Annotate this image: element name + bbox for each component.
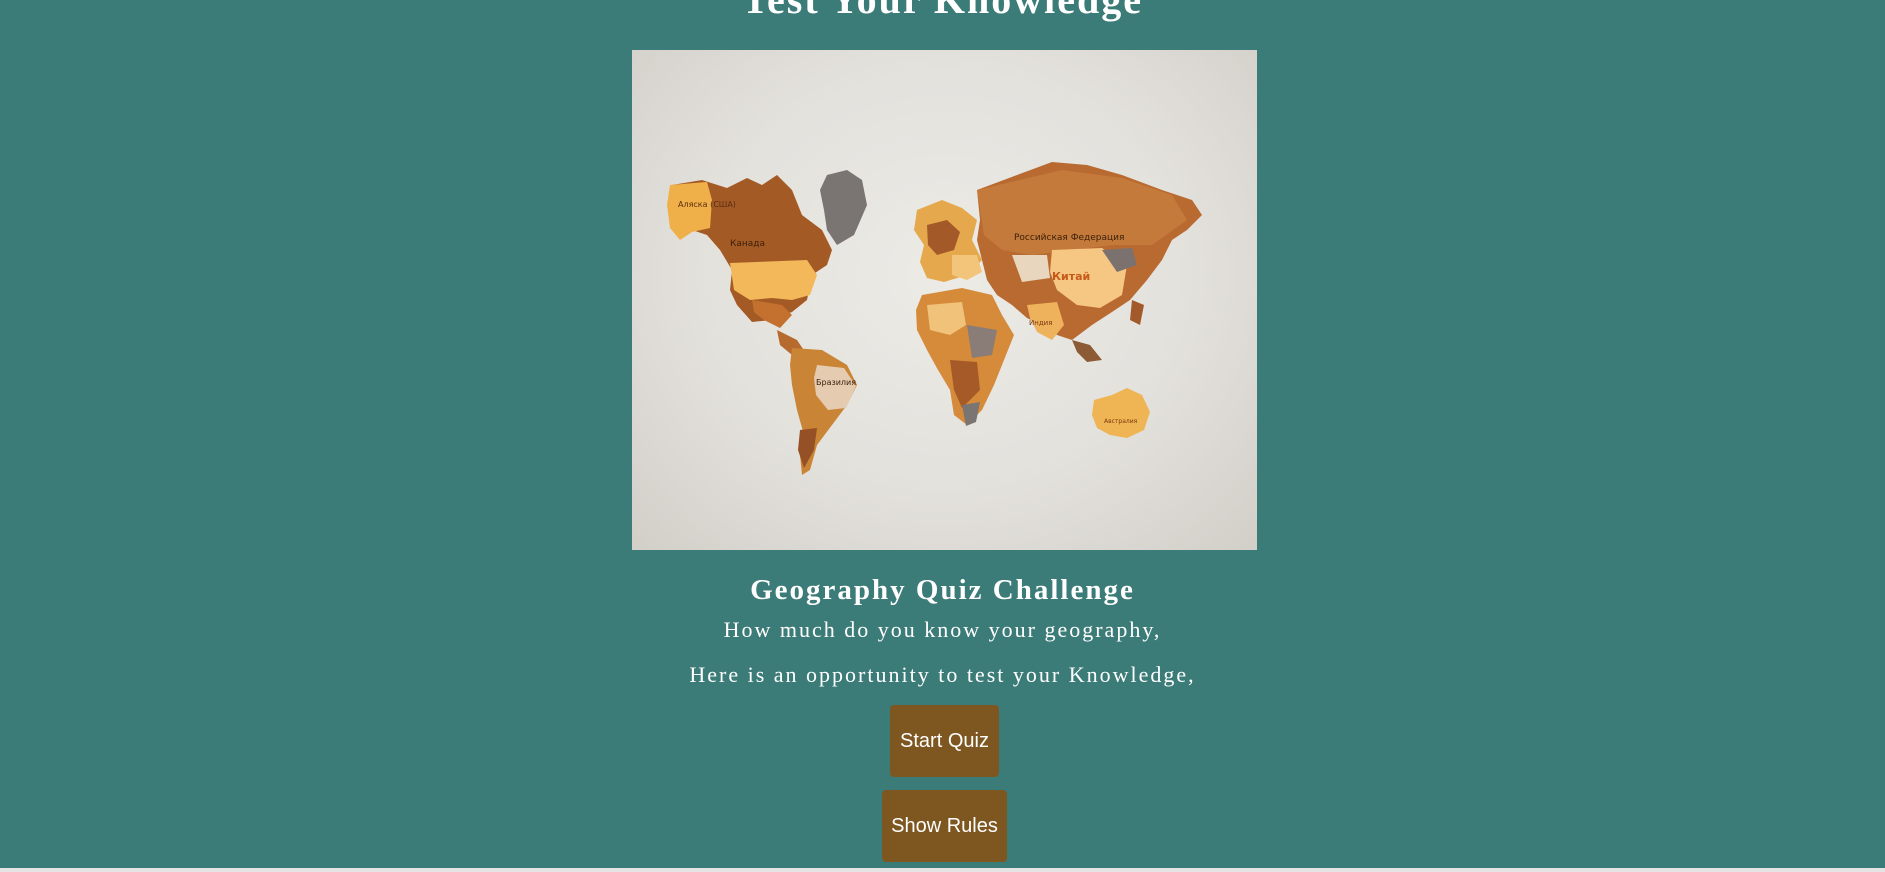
map-label-australia: Австралия (1104, 418, 1138, 425)
page-background: Test Your Knowledge Аляска (США) Канада … (0, 0, 1885, 868)
south-america-shape: Бразилия (790, 348, 857, 475)
world-map-illustration: Аляска (США) Канада Бразилия Российская … (667, 162, 1202, 475)
page-title: Test Your Knowledge (0, 0, 1885, 22)
show-rules-button[interactable]: Show Rules (882, 790, 1007, 862)
north-america-shape: Аляска (США) Канада (667, 170, 867, 355)
intro-line-2: Here is an opportunity to test your Know… (689, 662, 1196, 687)
map-label-alaska: Аляска (США) (678, 200, 736, 209)
page-bottom-edge (0, 868, 1885, 872)
world-map-image: Аляска (США) Канада Бразилия Российская … (632, 50, 1257, 550)
map-label-brazil: Бразилия (816, 378, 856, 387)
map-label-china: Китай (1052, 270, 1090, 283)
europe-shape (914, 200, 982, 282)
start-quiz-button[interactable]: Start Quiz (890, 705, 999, 777)
intro-line-1: How much do you know your geography, (723, 617, 1162, 642)
quiz-title: Geography Quiz Challenge (750, 574, 1135, 606)
map-label-russia: Российская Федерация (1014, 233, 1124, 243)
africa-shape (916, 288, 1014, 426)
map-label-canada: Канада (730, 239, 765, 249)
map-label-india: Индия (1029, 319, 1052, 327)
australia-shape: Австралия (1092, 388, 1150, 438)
